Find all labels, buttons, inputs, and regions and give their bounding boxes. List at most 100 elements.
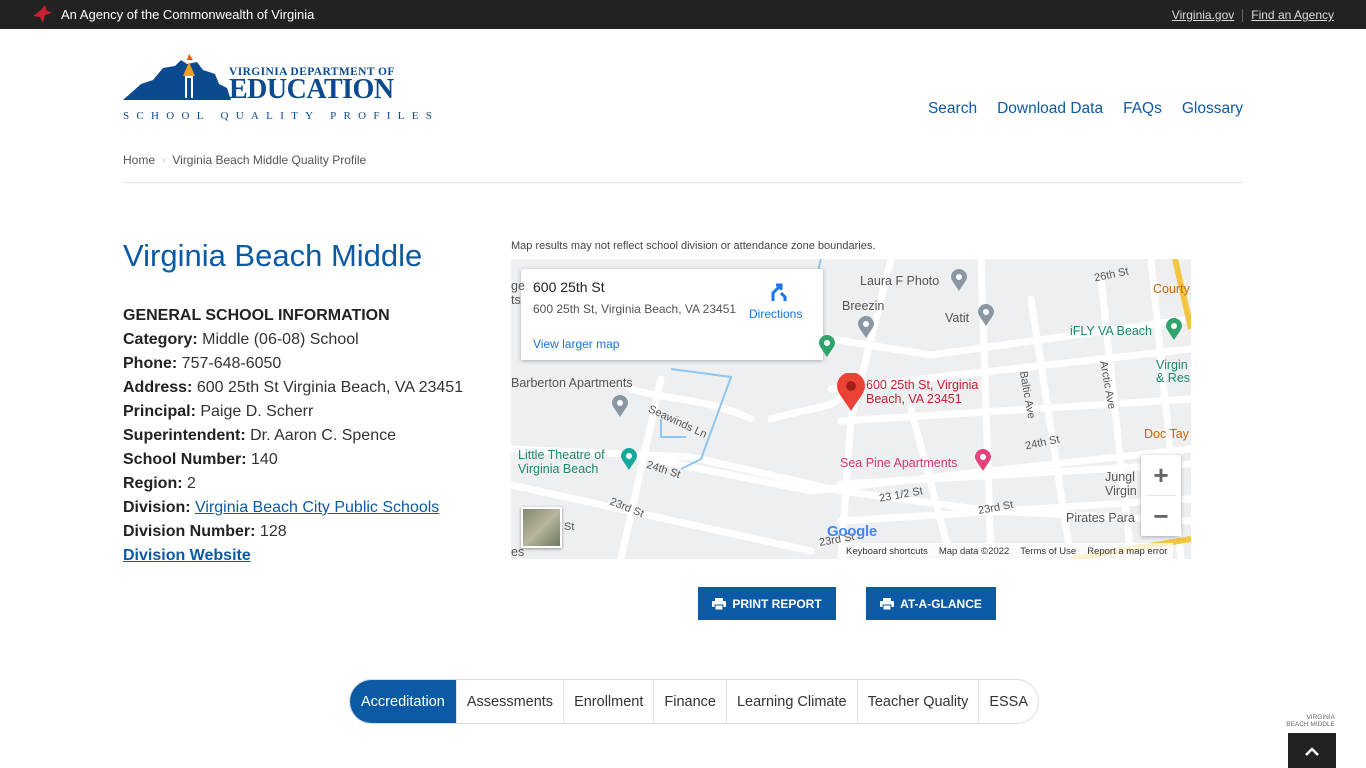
map-pin-icon[interactable] (978, 304, 994, 326)
info-row-division-number: Division Number: 128 (123, 520, 483, 544)
map-pin-icon[interactable] (858, 316, 874, 338)
tab-enrollment[interactable]: Enrollment (564, 680, 655, 723)
place-line: Virginia Beach (518, 462, 599, 476)
tab-essa[interactable]: ESSA (979, 680, 1038, 723)
map-pin-icon[interactable] (1166, 318, 1182, 340)
field-label: Superintendent: (123, 427, 246, 444)
back-to-top-button[interactable] (1288, 733, 1336, 768)
place-line: Little Theatre of (518, 448, 605, 462)
field-value: 600 25th St Virginia Beach, VA 23451 (196, 379, 464, 396)
place-jungle[interactable]: Jungl Virgin (1105, 470, 1137, 498)
info-row-phone: Phone: 757-648-6050 (123, 352, 483, 376)
division-website-link[interactable]: Division Website (123, 547, 251, 564)
place-sea-pine-apartments[interactable]: Sea Pine Apartments (840, 456, 957, 470)
vdoe-logo[interactable]: VIRGINIA DEPARTMENT OF EDUCATION SCHOOL … (123, 54, 432, 124)
logo-line2: EDUCATION (229, 74, 394, 105)
place-little-theatre[interactable]: Little Theatre of Virginia Beach (518, 448, 605, 476)
view-larger-map-link[interactable]: View larger map (533, 337, 619, 351)
division-link[interactable]: Virginia Beach City Public Schools (195, 499, 439, 516)
zoom-out-button[interactable]: − (1141, 496, 1181, 536)
info-row-category: Category: Middle (06-08) School (123, 328, 483, 352)
map-data-text: Map data ©2022 (938, 545, 1010, 557)
directions-icon[interactable] (767, 281, 789, 303)
tab-accreditation[interactable]: Accreditation (350, 680, 457, 723)
tab-assessments[interactable]: Assessments (457, 680, 565, 723)
info-row-principal: Principal: Paige D. Scherr (123, 400, 483, 424)
keyboard-shortcuts-link[interactable]: Keyboard shortcuts (846, 546, 928, 557)
location-marker-icon[interactable] (837, 373, 865, 411)
field-label: School Number: (123, 451, 247, 468)
logo-line3: SCHOOL QUALITY PROFILES (123, 110, 440, 122)
map-pin-icon[interactable] (612, 395, 628, 417)
nav-faqs[interactable]: FAQs (1123, 100, 1162, 118)
tab-learning-climate[interactable]: Learning Climate (727, 680, 858, 723)
nav-glossary[interactable]: Glossary (1182, 100, 1243, 118)
info-row-superintendent: Superintendent: Dr. Aaron C. Spence (123, 424, 483, 448)
printer-icon (880, 597, 895, 610)
place-vatit[interactable]: Vatit (945, 311, 969, 325)
hotel-pin-icon[interactable] (975, 449, 991, 471)
at-a-glance-button[interactable]: AT-A-GLANCE (866, 587, 996, 620)
info-card-title: 600 25th St (533, 279, 605, 295)
breadcrumb-home[interactable]: Home (123, 153, 155, 167)
place-courty[interactable]: Courty (1153, 282, 1190, 296)
place-ifly[interactable]: iFLY VA Beach (1070, 324, 1152, 338)
place-barberton-apartments[interactable]: Barberton Apartments (511, 376, 633, 390)
zoom-in-button[interactable]: + (1141, 455, 1181, 495)
field-label: Address: (123, 379, 193, 396)
header-divider (123, 182, 1243, 183)
place-line: Virgin (1156, 358, 1188, 372)
directions-link[interactable]: Directions (749, 307, 802, 321)
map-pin-icon[interactable] (951, 269, 967, 291)
general-school-info: GENERAL SCHOOL INFORMATION Category: Mid… (123, 304, 483, 568)
info-heading: GENERAL SCHOOL INFORMATION (123, 307, 390, 324)
marker-label: 600 25th St, Virginia Beach, VA 23451 (866, 378, 978, 406)
info-card-address: 600 25th St, Virginia Beach, VA 23451 (533, 302, 737, 316)
marker-label-line: 600 25th St, Virginia (866, 378, 979, 392)
place-line: & Res (1156, 371, 1191, 385)
breadcrumb-chevron-icon: › (162, 154, 166, 166)
info-row-division-website: Division Website (123, 544, 483, 568)
breadcrumb: Home › Virginia Beach Middle Quality Pro… (123, 153, 366, 167)
report-map-error-link[interactable]: Report a map error (1087, 546, 1167, 557)
map-note: Map results may not reflect school divis… (511, 240, 876, 252)
school-title: Virginia Beach Middle (123, 238, 423, 273)
print-report-button[interactable]: PRINT REPORT (698, 587, 836, 620)
google-wordmark: Google (827, 523, 877, 540)
place-virgin-res[interactable]: Virgin & Res (1156, 359, 1190, 385)
field-label: Phone: (123, 355, 178, 372)
badge-line: BEACH MIDDLE (1286, 721, 1335, 728)
satellite-toggle-button[interactable] (521, 507, 562, 548)
place-laura-f-photo[interactable]: Laura F Photo (860, 274, 939, 288)
tab-teacher-quality[interactable]: Teacher Quality (858, 680, 980, 723)
place-breezin[interactable]: Breezin (842, 299, 884, 313)
main-nav: Search Download Data FAQs Glossary (928, 100, 1243, 118)
info-row-school-number: School Number: 140 (123, 448, 483, 472)
marker-label-line: Beach, VA 23451 (866, 392, 962, 406)
google-map[interactable]: 600 25th St 600 25th St, Virginia Beach,… (511, 259, 1191, 559)
map-attribution: Keyboard shortcuts Map data ©2022 Terms … (840, 543, 1174, 559)
theatre-pin-icon[interactable] (621, 448, 637, 470)
chevron-up-icon (1305, 746, 1319, 756)
street-fragment: St (564, 521, 575, 533)
print-report-label: PRINT REPORT (732, 596, 822, 611)
place-pirates-para[interactable]: Pirates Para (1066, 511, 1135, 525)
info-row-division: Division: Virginia Beach City Public Sch… (123, 496, 483, 520)
tab-finance[interactable]: Finance (654, 680, 727, 723)
map-info-card: 600 25th St 600 25th St, Virginia Beach,… (521, 269, 823, 360)
field-value: Paige D. Scherr (200, 403, 314, 420)
map-zoom-control: + − (1141, 455, 1181, 536)
field-value: Middle (06-08) School (202, 331, 359, 348)
nav-search[interactable]: Search (928, 100, 977, 118)
virginia-gov-link[interactable]: Virginia.gov (1172, 8, 1234, 22)
info-row-region: Region: 2 (123, 472, 483, 496)
terms-of-use-link[interactable]: Terms of Use (1020, 546, 1076, 557)
nav-download-data[interactable]: Download Data (997, 100, 1103, 118)
agency-text: An Agency of the Commonwealth of Virgini… (61, 7, 315, 22)
google-logo: Google (827, 523, 877, 540)
park-pin-icon[interactable] (819, 335, 835, 357)
agency-links: Virginia.gov Find an Agency (1172, 8, 1334, 22)
field-label: Division Number: (123, 523, 256, 540)
find-agency-link[interactable]: Find an Agency (1251, 8, 1334, 22)
place-doc-tay[interactable]: Doc Tay (1144, 427, 1189, 441)
